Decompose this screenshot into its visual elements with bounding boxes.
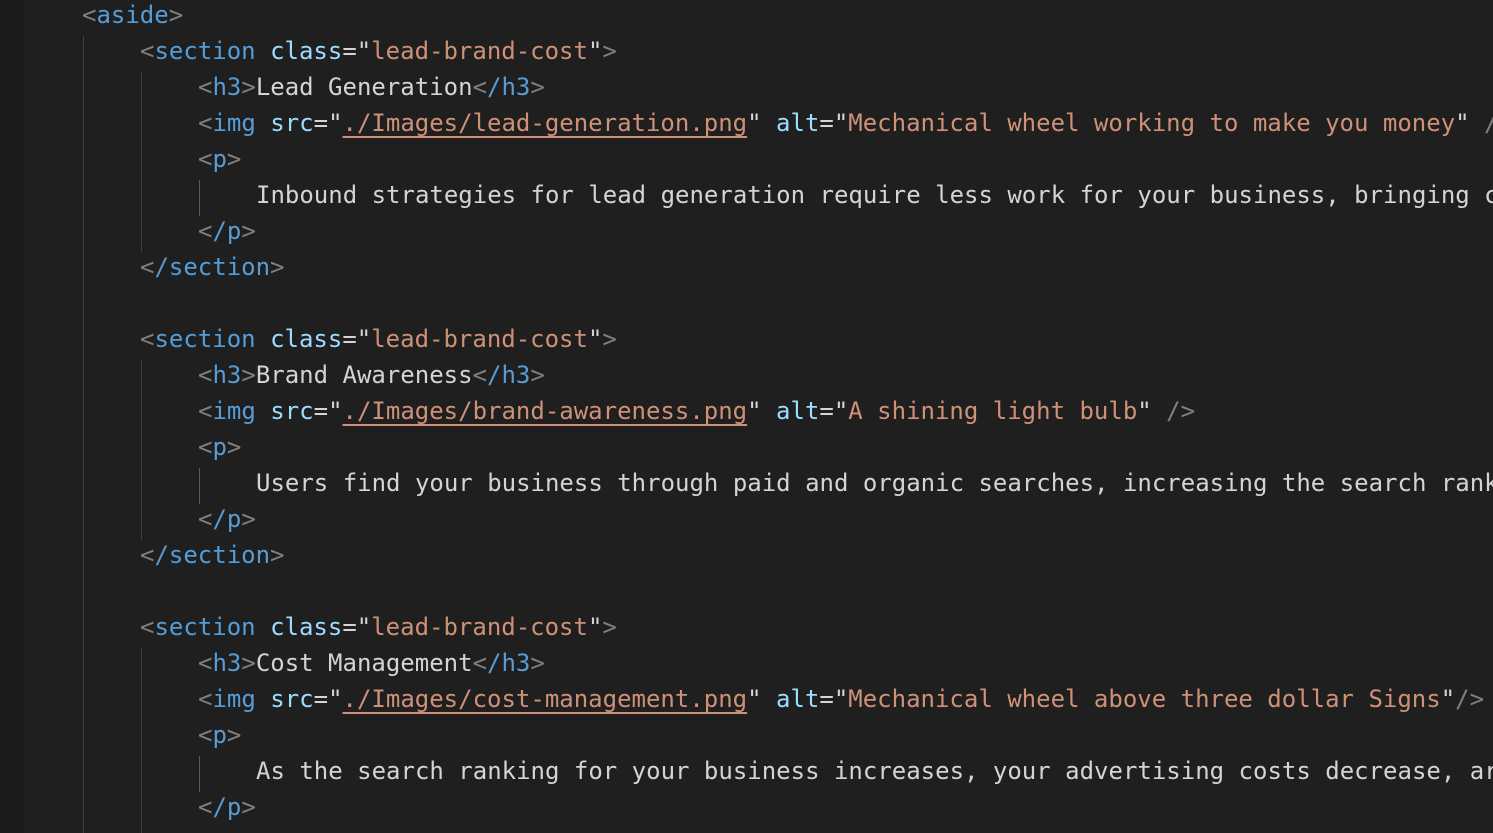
src-link[interactable]: ./Images/brand-awareness.png <box>343 397 748 425</box>
paragraph-text: As the search ranking for your business … <box>256 757 1493 785</box>
code-line[interactable]: </section> <box>140 249 285 285</box>
code-line[interactable]: <p> <box>198 141 241 177</box>
code-line[interactable]: As the search ranking for your business … <box>256 753 1493 789</box>
closing-tag: /p <box>212 505 242 533</box>
code-line[interactable]: Users find your business through paid an… <box>256 465 1493 501</box>
indent-guide <box>141 648 142 833</box>
code-line[interactable]: <section class="lead-brand-cost"> <box>140 33 617 69</box>
code-line[interactable]: <section class="lead-brand-cost"> <box>140 321 617 357</box>
attribute-value: lead-brand-cost <box>371 37 588 65</box>
tag-name: h3 <box>212 73 242 101</box>
attribute-value: A shining light bulb <box>848 397 1138 425</box>
src-link[interactable]: ./Images/lead-generation.png <box>343 109 748 137</box>
tag-name: h3 <box>212 649 242 677</box>
code-line[interactable]: <img src="./Images/cost-management.png" … <box>198 681 1484 717</box>
closing-tag: /h3 <box>487 361 531 389</box>
code-line[interactable]: <img src="./Images/brand-awareness.png" … <box>198 393 1195 429</box>
code-line[interactable]: <h3>Lead Generation</h3> <box>198 69 545 105</box>
closing-tag: /p <box>212 793 242 821</box>
tag-name: section <box>154 325 256 353</box>
attribute-value: lead-brand-cost <box>371 613 588 641</box>
code-editor[interactable]: <aside> <section class="lead-brand-cost"… <box>0 0 1493 833</box>
attribute-name: alt <box>776 685 820 713</box>
attribute-value: Mechanical wheel above three dollar Sign… <box>848 685 1441 713</box>
code-line[interactable]: <p> <box>198 429 241 465</box>
closing-tag: /h3 <box>487 649 531 677</box>
tag-name: img <box>212 397 256 425</box>
code-line[interactable]: <aside> <box>82 0 183 33</box>
code-line[interactable]: <img src="./Images/lead-generation.png" … <box>198 105 1493 141</box>
tag-name: p <box>212 433 227 461</box>
code-line[interactable]: <p> <box>198 717 241 753</box>
attribute-value: lead-brand-cost <box>371 325 588 353</box>
code-line[interactable]: </p> <box>198 213 256 249</box>
attribute-name: class <box>270 325 343 353</box>
tag-name: p <box>212 721 227 749</box>
tag-name: h3 <box>212 361 242 389</box>
src-link[interactable]: ./Images/cost-management.png <box>343 685 748 713</box>
code-line[interactable]: </p> <box>198 501 256 537</box>
attribute-name: alt <box>776 397 820 425</box>
attribute-name: class <box>270 613 343 641</box>
attribute-name: alt <box>776 109 820 137</box>
code-line[interactable]: </p> <box>198 789 256 825</box>
tag-name: img <box>212 685 256 713</box>
tag-name: section <box>154 613 256 641</box>
indent-guide <box>141 72 142 252</box>
attribute-name: src <box>270 685 314 713</box>
closing-tag: /p <box>212 217 242 245</box>
tag-name: img <box>212 109 256 137</box>
tag-tail: /> <box>1151 397 1196 425</box>
heading-text: Brand Awareness <box>255 361 473 389</box>
tag-name: p <box>212 145 227 173</box>
indent-guide <box>199 180 200 216</box>
tag-tail: /> <box>1455 685 1485 713</box>
attribute-name: src <box>270 397 314 425</box>
indent-guide <box>83 36 84 833</box>
indent-guide <box>141 360 142 540</box>
code-line[interactable]: <h3>Cost Management</h3> <box>198 645 545 681</box>
tag-tail: / <box>1470 109 1493 137</box>
tag-name: aside <box>96 1 169 29</box>
editor-gutter <box>0 0 24 833</box>
tag-name: section <box>154 37 256 65</box>
indent-guide <box>199 756 200 792</box>
heading-text: Lead Generation <box>255 73 473 101</box>
indent-guide <box>199 468 200 504</box>
closing-tag: /section <box>154 541 271 569</box>
heading-text: Cost Management <box>255 649 473 677</box>
attribute-name: class <box>270 37 343 65</box>
paragraph-text: Users find your business through paid an… <box>256 469 1493 497</box>
code-line[interactable]: </section> <box>140 537 285 573</box>
code-line[interactable]: <section class="lead-brand-cost"> <box>140 609 617 645</box>
attribute-value: Mechanical wheel working to make you mon… <box>848 109 1456 137</box>
attribute-name: src <box>270 109 314 137</box>
code-line[interactable]: <h3>Brand Awareness</h3> <box>198 357 545 393</box>
closing-tag: /h3 <box>487 73 531 101</box>
code-line[interactable]: Inbound strategies for lead generation r… <box>256 177 1493 213</box>
closing-tag: /section <box>154 253 271 281</box>
paragraph-text: Inbound strategies for lead generation r… <box>256 181 1493 209</box>
